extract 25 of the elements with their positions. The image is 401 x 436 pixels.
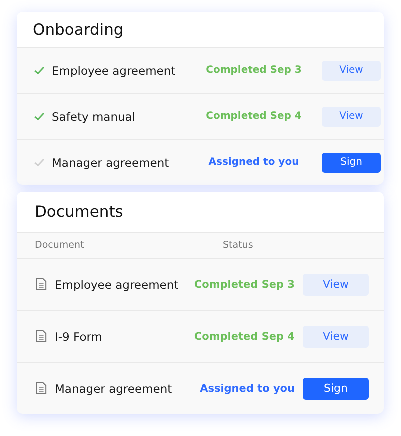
view-button[interactable]: View	[303, 274, 369, 296]
view-button[interactable]: View	[322, 106, 381, 126]
status-text: Completed Sep 4	[193, 330, 295, 342]
column-header: Status	[223, 240, 254, 251]
document-icon	[36, 382, 47, 395]
document-icon	[36, 330, 47, 343]
sign-button[interactable]: Sign	[322, 152, 381, 172]
sign-button[interactable]: Sign	[303, 378, 369, 400]
item-name: Safety manual	[52, 110, 137, 124]
view-button[interactable]: View	[322, 60, 381, 80]
status-text: Completed Sep 4	[205, 111, 303, 122]
view-button[interactable]: View	[303, 326, 369, 348]
document-name: Employee agreement	[55, 278, 180, 292]
item-name: Employee agreement	[52, 64, 177, 78]
status-text: Assigned to you	[208, 157, 300, 168]
card-title: Documents	[35, 203, 124, 221]
status-text: Completed Sep 3	[193, 278, 295, 290]
card-title: Onboarding	[33, 20, 124, 38]
column-header: Document	[35, 240, 86, 251]
document-icon	[36, 278, 47, 291]
document-name: I-9 Form	[55, 330, 104, 344]
item-name: Manager agreement	[52, 156, 170, 170]
document-name: Manager agreement	[55, 382, 174, 396]
status-text: Completed Sep 3	[205, 65, 303, 76]
status-text: Assigned to you	[199, 382, 295, 394]
